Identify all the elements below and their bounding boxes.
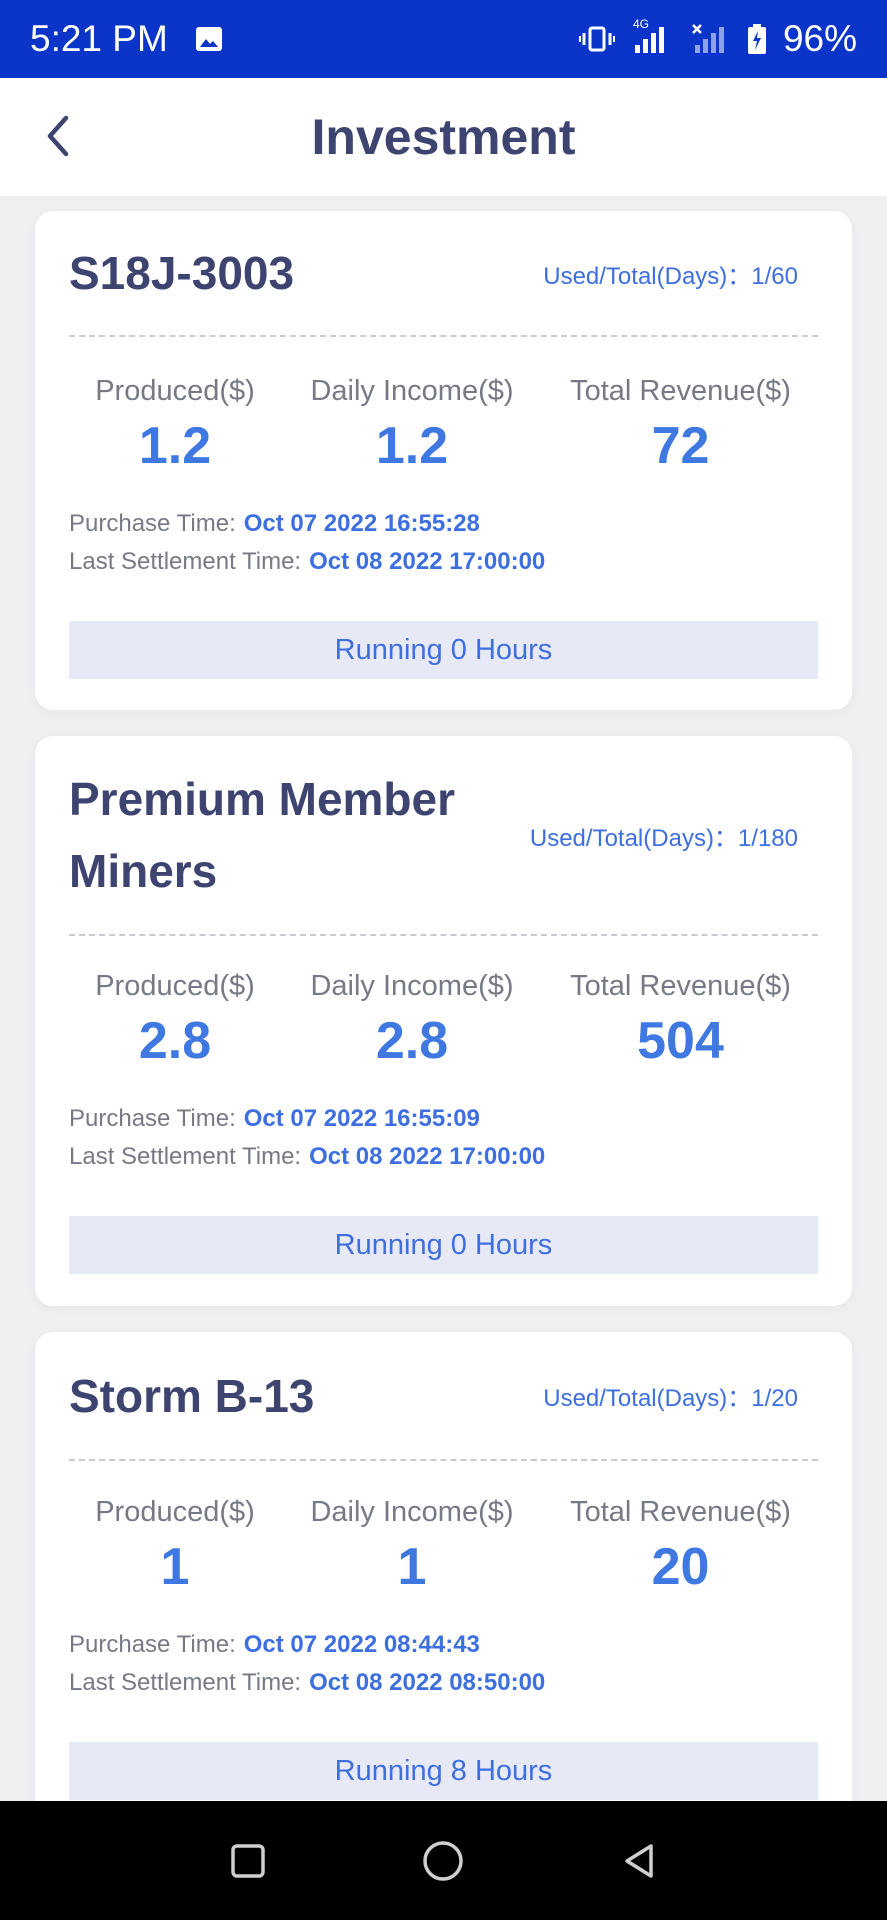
card-title: Storm B-13 (69, 1369, 315, 1422)
card-times: Purchase Time: Oct 07 2022 08:44:43 Last … (69, 1626, 818, 1702)
stat-produced: Produced($) 1 (69, 1492, 281, 1602)
card-header: Storm B-13 Used/Total(Days)：1/20 (69, 1332, 818, 1461)
stat-produced: Produced($) 2.8 (69, 966, 281, 1076)
purchase-time-value: Oct 07 2022 16:55:28 (243, 510, 480, 537)
recents-button[interactable] (218, 1831, 278, 1891)
card-header: Premium Member Miners Used/Total(Days)：1… (69, 736, 818, 936)
home-circle-icon (423, 1840, 464, 1881)
back-nav-button[interactable] (609, 1831, 669, 1891)
app-header: Investment (0, 78, 887, 196)
card-title: S18J-3003 (69, 247, 295, 299)
chevron-left-icon (47, 115, 69, 157)
stat-value: 2.8 (138, 1012, 212, 1070)
investment-card: Premium Member Miners Used/Total(Days)：1… (35, 736, 852, 1306)
back-triangle-icon (625, 1843, 653, 1878)
card-stats: Produced($) 1 Daily Income($) 1 Total Re… (69, 1492, 818, 1602)
stat-label: Produced($) (95, 1496, 255, 1528)
system-nav-bar (0, 1801, 887, 1920)
stat-daily-income: Daily Income($) 2.8 (281, 966, 543, 1076)
stat-label: Produced($) (95, 375, 255, 407)
settlement-time-row: Last Settlement Time: Oct 08 2022 17:00:0… (69, 1138, 818, 1176)
stat-total-revenue: Total Revenue($) 20 (543, 1492, 818, 1602)
running-status: Running 0 Hours (69, 1216, 818, 1274)
used-total-days: Used/Total(Days)：1/180 (529, 824, 798, 852)
purchase-time-row: Purchase Time: Oct 07 2022 16:55:28 (69, 505, 818, 543)
stat-daily-income: Daily Income($) 1 (281, 1492, 543, 1602)
stat-value: 504 (637, 1012, 724, 1070)
stat-label: Total Revenue($) (570, 970, 791, 1002)
stat-value: 2.8 (375, 1012, 449, 1070)
image-icon (194, 24, 224, 54)
settlement-time-label: Last Settlement Time: (69, 1669, 302, 1696)
settlement-time-value: Oct 08 2022 08:50:00 (309, 1669, 546, 1696)
stat-label: Daily Income($) (310, 970, 514, 1002)
card-times: Purchase Time: Oct 07 2022 16:55:28 Last … (69, 505, 818, 581)
purchase-time-label: Purchase Time: (69, 1105, 236, 1132)
investment-card: Storm B-13 Used/Total(Days)：1/20 Produce… (35, 1332, 852, 1801)
purchase-time-value: Oct 07 2022 16:55:09 (243, 1105, 480, 1132)
investment-card: S18J-3003 Used/Total(Days)：1/60 Produced… (35, 211, 852, 710)
vibrate-icon (578, 24, 615, 54)
used-total-days: Used/Total(Days)：1/60 (543, 262, 798, 290)
settlement-time-label: Last Settlement Time: (69, 548, 302, 575)
stat-value: 1 (397, 1538, 427, 1596)
purchase-time-row: Purchase Time: Oct 07 2022 08:44:43 (69, 1626, 818, 1664)
status-bar: 5:21 PM 4G 96% (0, 0, 887, 78)
settlement-time-row: Last Settlement Time: Oct 08 2022 17:00:0… (69, 543, 818, 581)
page-title: Investment (311, 109, 576, 165)
status-right: 4G 96% (578, 17, 857, 60)
battery-charging-icon (747, 23, 767, 55)
stat-produced: Produced($) 1.2 (69, 371, 281, 481)
stat-label: Total Revenue($) (570, 1496, 791, 1528)
card-stats: Produced($) 1.2 Daily Income($) 1.2 Tota… (69, 371, 818, 481)
stat-value: 1.2 (375, 417, 449, 475)
stat-label: Produced($) (95, 970, 255, 1002)
stat-label: Daily Income($) (310, 375, 514, 407)
settlement-time-row: Last Settlement Time: Oct 08 2022 08:50:0… (69, 1664, 818, 1702)
stat-label: Total Revenue($) (570, 375, 791, 407)
stat-total-revenue: Total Revenue($) 504 (543, 966, 818, 1076)
running-status: Running 0 Hours (69, 621, 818, 679)
purchase-time-value: Oct 07 2022 08:44:43 (243, 1631, 480, 1658)
stat-total-revenue: Total Revenue($) 72 (543, 371, 818, 481)
card-times: Purchase Time: Oct 07 2022 16:55:09 Last … (69, 1100, 818, 1176)
stat-value: 72 (651, 417, 710, 475)
recents-square-icon (231, 1843, 265, 1878)
home-button[interactable] (413, 1831, 473, 1891)
stat-value: 20 (651, 1538, 710, 1596)
network-label: 4G (632, 17, 649, 31)
card-header: S18J-3003 Used/Total(Days)：1/60 (69, 211, 818, 337)
purchase-time-label: Purchase Time: (69, 1631, 236, 1658)
stat-daily-income: Daily Income($) 1.2 (281, 371, 543, 481)
purchase-time-row: Purchase Time: Oct 07 2022 16:55:09 (69, 1100, 818, 1138)
stat-value: 1.2 (138, 417, 212, 475)
stat-label: Daily Income($) (310, 1496, 514, 1528)
back-button[interactable] (30, 108, 86, 164)
used-total-days: Used/Total(Days)：1/20 (543, 1385, 798, 1412)
stat-value: 1 (160, 1538, 190, 1596)
settlement-time-value: Oct 08 2022 17:00:00 (309, 548, 546, 575)
signal-x-icon (691, 23, 731, 55)
running-status: Running 8 Hours (69, 1742, 818, 1800)
settlement-time-value: Oct 08 2022 17:00:00 (309, 1143, 546, 1170)
card-stats: Produced($) 2.8 Daily Income($) 2.8 Tota… (69, 966, 818, 1076)
signal-icon: 4G (631, 17, 675, 55)
purchase-time-label: Purchase Time: (69, 510, 236, 537)
card-title: Premium Member Miners (69, 773, 456, 897)
status-left: 5:21 PM (30, 18, 224, 60)
battery-percent: 96% (782, 18, 857, 59)
investment-list[interactable]: S18J-3003 Used/Total(Days)：1/60 Produced… (0, 196, 887, 1801)
status-time: 5:21 PM (30, 18, 168, 59)
settlement-time-label: Last Settlement Time: (69, 1143, 302, 1170)
